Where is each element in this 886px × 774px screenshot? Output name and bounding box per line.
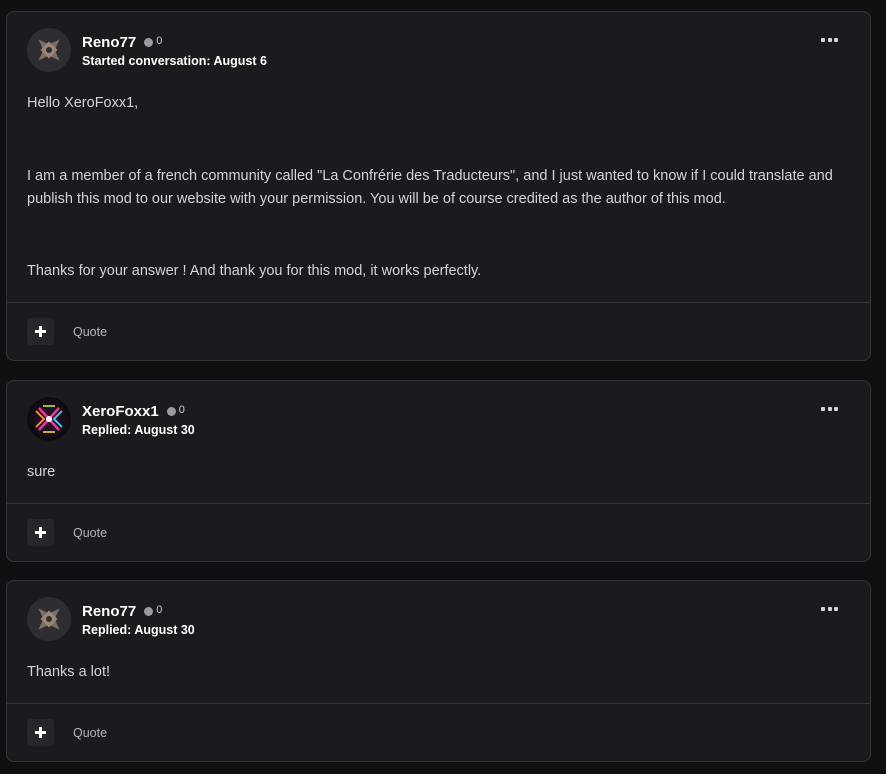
post-footer: Quote: [7, 703, 870, 761]
more-options-icon[interactable]: [821, 36, 838, 44]
author-info: XeroFoxx1 0 Replied: August 30: [82, 402, 195, 437]
post-paragraph: I am a member of a french community call…: [27, 168, 833, 207]
author-info: Reno77 0 Replied: August 30: [82, 602, 195, 637]
post-footer: Quote: [7, 503, 870, 561]
plus-icon: [35, 727, 46, 738]
reputation-count: 0: [178, 403, 185, 416]
online-status-dot-icon: [144, 38, 154, 47]
online-status-dot-icon: [144, 607, 154, 616]
conversation-thread: Reno77 0 Started conversation: August 6 …: [0, 0, 886, 774]
plus-icon: [35, 527, 46, 538]
multiquote-plus-button[interactable]: [27, 719, 54, 746]
post-timestamp: Replied: August 30: [82, 622, 195, 637]
author-row: Reno77 0: [82, 33, 267, 53]
author-row: XeroFoxx1 0: [82, 402, 195, 422]
reputation-count: 0: [156, 603, 163, 616]
reputation-count: 0: [156, 34, 163, 47]
online-status-dot-icon: [166, 407, 176, 416]
post-content: Thanks a lot!: [27, 661, 842, 684]
post-paragraph: Hello XeroFoxx1,: [27, 95, 139, 111]
more-options-icon[interactable]: [821, 605, 838, 613]
post-card: Reno77 0 Replied: August 30 Thanks a lot…: [6, 580, 871, 762]
avatar[interactable]: [27, 28, 71, 72]
post-paragraph: sure: [27, 464, 56, 480]
avatar[interactable]: [27, 397, 71, 441]
plus-icon: [35, 326, 46, 337]
author-info: Reno77 0 Started conversation: August 6: [82, 33, 267, 68]
shuriken-logo-icon: [27, 597, 71, 641]
post-timestamp: Started conversation: August 6: [82, 53, 267, 68]
author-name-link[interactable]: Reno77: [82, 603, 136, 620]
quote-button[interactable]: Quote: [73, 526, 107, 540]
author-row: Reno77 0: [82, 602, 195, 622]
post-card: Reno77 0 Started conversation: August 6 …: [6, 11, 871, 361]
post-header: XeroFoxx1 0 Replied: August 30: [27, 397, 195, 441]
post-footer: Quote: [7, 302, 870, 360]
author-name-link[interactable]: Reno77: [82, 34, 136, 51]
post-timestamp: Replied: August 30: [82, 422, 195, 437]
post-content: sure: [27, 461, 842, 484]
quote-button[interactable]: Quote: [73, 325, 107, 339]
post-content: Hello XeroFoxx1, I am a member of a fren…: [27, 92, 842, 283]
post-header: Reno77 0 Started conversation: August 6: [27, 28, 267, 72]
post-paragraph: Thanks for your answer ! And thank you f…: [27, 263, 482, 279]
multiquote-plus-button[interactable]: [27, 519, 54, 546]
shuriken-logo-icon: [27, 28, 71, 72]
post-card: XeroFoxx1 0 Replied: August 30 sure Quot…: [6, 380, 871, 562]
author-name-link[interactable]: XeroFoxx1: [82, 403, 159, 420]
post-paragraph: Thanks a lot!: [27, 664, 111, 680]
multiquote-plus-button[interactable]: [27, 318, 54, 345]
post-header: Reno77 0 Replied: August 30: [27, 597, 195, 641]
xero-logo-icon: [27, 397, 71, 441]
avatar[interactable]: [27, 597, 71, 641]
more-options-icon[interactable]: [821, 405, 838, 413]
quote-button[interactable]: Quote: [73, 726, 107, 740]
